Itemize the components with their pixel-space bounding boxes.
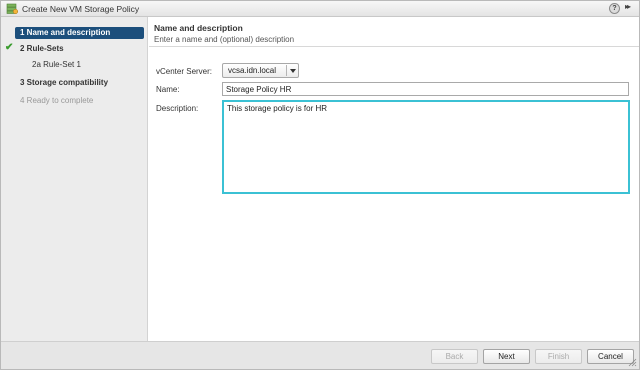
page-subtitle: Enter a name and (optional) description: [154, 35, 295, 44]
step-storage-compatibility[interactable]: 3 Storage compatibility: [15, 77, 144, 89]
question-icon[interactable]: ?: [609, 3, 620, 14]
step-rule-sets[interactable]: 2 Rule-Sets: [15, 43, 144, 55]
title-bar: Create New VM Storage Policy ? ▸▸: [1, 1, 639, 17]
next-button[interactable]: Next: [483, 349, 530, 364]
page-title: Name and description: [154, 23, 243, 33]
create-vm-storage-policy-dialog: Create New VM Storage Policy ? ▸▸ ✔ 1 Na…: [0, 0, 640, 370]
step-ready-to-complete: 4 Ready to complete: [20, 96, 94, 105]
vcenter-server-label: vCenter Server:: [156, 67, 213, 76]
name-field[interactable]: [222, 82, 629, 96]
finish-button: Finish: [535, 349, 582, 364]
double-chevron-right-icon[interactable]: ▸▸: [625, 2, 631, 11]
wizard-steps-sidebar: ✔ 1 Name and description 2 Rule-Sets 2a …: [1, 17, 148, 341]
vcenter-server-select[interactable]: vcsa.idn.local: [222, 63, 299, 78]
vcenter-server-value: vcsa.idn.local: [228, 66, 277, 75]
checkmark-icon: ✔: [5, 42, 14, 53]
description-label: Description:: [156, 104, 199, 113]
description-field[interactable]: This storage policy is for HR: [222, 100, 630, 194]
resize-grip-icon[interactable]: [627, 357, 637, 367]
storage-policy-icon: [6, 3, 18, 14]
select-divider: [286, 65, 287, 76]
page-header: Name and description Enter a name and (o…: [149, 17, 639, 47]
back-button: Back: [431, 349, 478, 364]
name-label: Name:: [156, 85, 180, 94]
step-rule-set-1[interactable]: 2a Rule-Set 1: [27, 59, 144, 71]
chevron-down-icon[interactable]: [290, 69, 296, 73]
window-title: Create New VM Storage Policy: [22, 4, 140, 14]
wizard-footer: Back Next Finish Cancel: [1, 341, 639, 369]
step-name-and-description[interactable]: 1 Name and description: [15, 27, 144, 39]
